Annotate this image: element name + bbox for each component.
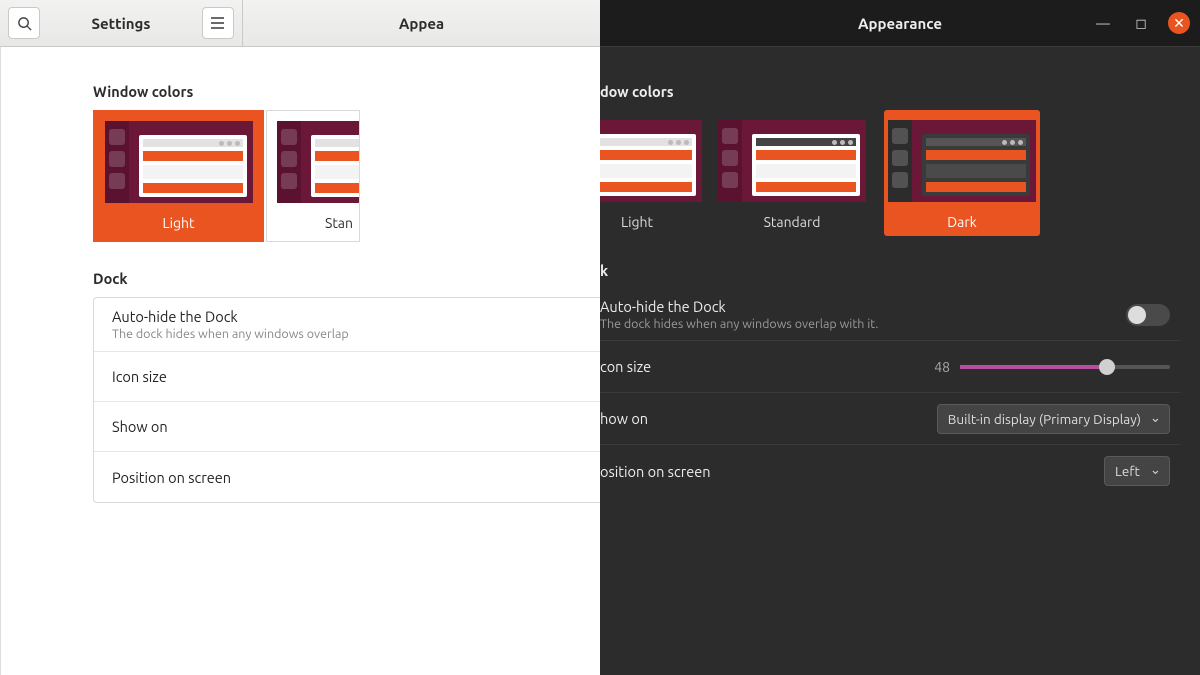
- close-icon: ✕: [1173, 15, 1185, 32]
- theme-thumb: [718, 120, 866, 202]
- dock-row-autohide: Auto-hide the Dock The dock hides when a…: [94, 298, 600, 352]
- search-icon: [17, 16, 32, 31]
- settings-window-light: Settings Appea Wi-Fi: [0, 0, 600, 675]
- autohide-sub: The dock hides when any windows overlap …: [600, 317, 878, 331]
- section-dock-title: Dock: [93, 270, 600, 287]
- autohide-sub: The dock hides when any windows overlap: [112, 327, 349, 341]
- theme-thumb: [600, 120, 702, 202]
- menu-button[interactable]: [202, 7, 234, 39]
- theme-thumb: [277, 121, 360, 203]
- main-content-light: Window colors Light: [1, 47, 600, 675]
- theme-thumb: [888, 120, 1036, 202]
- section-dock-title: k: [600, 262, 1180, 279]
- app-title: Settings: [92, 15, 151, 32]
- autohide-toggle[interactable]: [1126, 304, 1170, 326]
- sidebar-header: Settings: [0, 0, 243, 47]
- maximize-icon: ◻: [1135, 15, 1147, 32]
- dark-header: Appearance ― ◻ ✕: [600, 0, 1200, 47]
- theme-label: Stan: [267, 209, 359, 241]
- theme-standard[interactable]: Standard: [714, 110, 870, 236]
- theme-label: Light: [94, 209, 263, 241]
- theme-light[interactable]: Light: [600, 110, 700, 236]
- iconsize-value: 48: [934, 359, 950, 375]
- theme-light[interactable]: Light: [93, 110, 264, 242]
- dock-row-iconsize: con size 48: [600, 341, 1180, 393]
- section-window-colors-title: Window colors: [93, 83, 600, 100]
- search-button[interactable]: [8, 7, 40, 39]
- theme-row-light: Light Stan: [93, 110, 600, 242]
- theme-standard[interactable]: Stan: [266, 110, 360, 242]
- dock-row-showon: Show on: [94, 402, 600, 452]
- position-label: Position on screen: [112, 469, 231, 486]
- settings-window-dark: Appearance ― ◻ ✕ dow colors Light: [600, 0, 1200, 675]
- theme-label: Light: [600, 208, 700, 236]
- main-content-dark: dow colors Light Standard: [600, 47, 1200, 497]
- iconsize-slider[interactable]: [960, 365, 1170, 369]
- showon-label: Show on: [112, 418, 168, 435]
- page-title: Appea: [399, 15, 444, 32]
- hamburger-icon: [210, 17, 225, 29]
- dock-row-position: osition on screen Left: [600, 445, 1180, 497]
- theme-dark[interactable]: Dark: [884, 110, 1040, 236]
- close-button[interactable]: ✕: [1168, 12, 1190, 34]
- position-label: osition on screen: [600, 463, 711, 480]
- autohide-label: Auto-hide the Dock: [112, 308, 349, 325]
- position-select[interactable]: Left: [1104, 456, 1170, 486]
- showon-label: how on: [600, 410, 648, 427]
- theme-row-dark: Light Standard Dark: [600, 110, 1180, 236]
- autohide-label: Auto-hide the Dock: [600, 298, 878, 315]
- section-window-colors-title: dow colors: [600, 83, 1180, 100]
- theme-label: Standard: [714, 208, 870, 236]
- dock-row-iconsize: Icon size 48: [94, 352, 600, 402]
- dock-row-showon: how on Built-in display (Primary Display…: [600, 393, 1180, 445]
- theme-label: Dark: [884, 208, 1040, 236]
- dock-settings: Auto-hide the Dock The dock hides when a…: [600, 289, 1180, 497]
- showon-select[interactable]: Built-in display (Primary Display): [937, 404, 1170, 434]
- dock-row-position: Position on screen: [94, 452, 600, 502]
- maximize-button[interactable]: ◻: [1130, 12, 1152, 34]
- dock-settings: Auto-hide the Dock The dock hides when a…: [93, 297, 600, 503]
- minimize-icon: ―: [1096, 15, 1110, 31]
- page-header: Appea: [243, 0, 600, 47]
- theme-thumb: [105, 121, 253, 203]
- iconsize-label: Icon size: [112, 368, 167, 385]
- minimize-button[interactable]: ―: [1092, 12, 1114, 34]
- page-title: Appearance: [858, 15, 942, 32]
- dock-row-autohide: Auto-hide the Dock The dock hides when a…: [600, 289, 1180, 341]
- iconsize-label: con size: [600, 358, 651, 375]
